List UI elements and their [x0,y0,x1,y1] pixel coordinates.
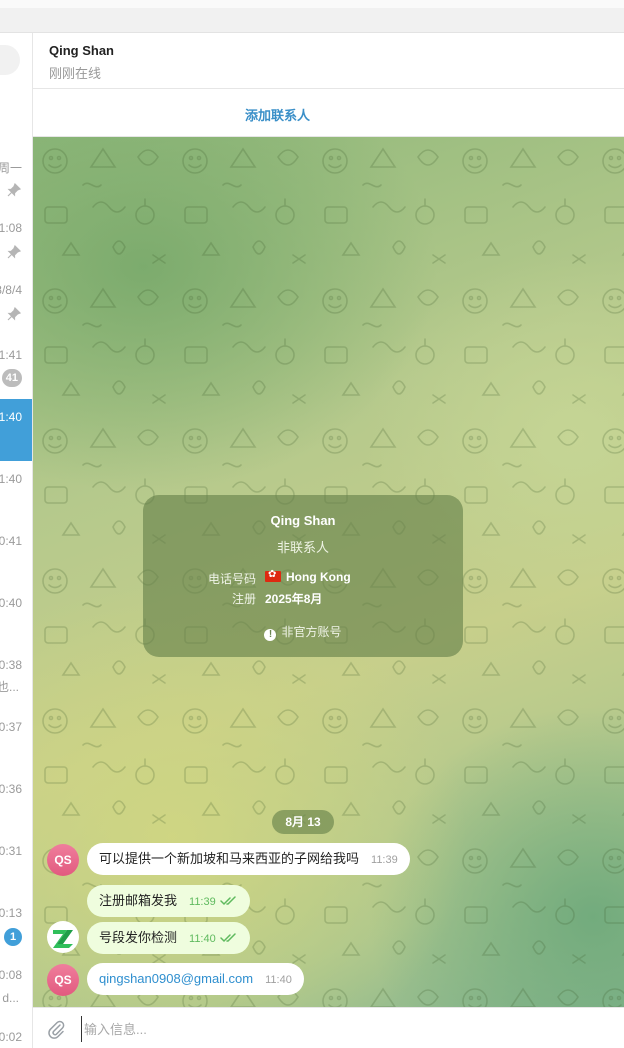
message-bubble-incoming[interactable]: 可以提供一个新加坡和马来西亚的子网给我吗 11:39 [87,843,410,875]
double-check-icon [219,896,236,906]
chat-list-item[interactable]: 11:08 [0,215,32,277]
double-check-icon [219,933,236,943]
my-avatar-logo-icon [48,922,78,952]
chat-list-item[interactable]: 28/8/4 [0,277,32,339]
registration-label: 注册 [231,592,256,606]
message-text: 可以提供一个新加坡和马来西亚的子网给我吗 [99,851,360,866]
chat-preview: 也... [0,680,19,694]
message-input-bar [33,1007,624,1048]
chat-list-item[interactable]: 11:41 41 [0,339,32,401]
pin-icon [7,307,21,321]
chat-list-item[interactable]: 10:41 [0,523,32,585]
chat-list-sidebar: 周一 11:08 28/8/4 11:41 41 11:40 11:40 10:… [0,33,33,1048]
avatar[interactable]: QS [47,844,79,876]
chat-preview: d... [2,991,19,1005]
chat-list-item[interactable]: 10:36 [0,771,32,833]
unread-badge: 1 [4,928,22,946]
message-time: 11:40 [265,974,292,986]
chat-list-item[interactable]: 10:13 1 [0,895,32,957]
phone-region: Hong Kong [286,570,351,584]
chat-time: 10:08 [0,968,22,982]
chat-message-area[interactable]: Qing Shan 非联系人 电话号码 Hong Kong 注册 2025年8月… [33,137,624,1007]
chat-search-field[interactable] [0,45,20,75]
message-time: 11:39 [189,896,216,908]
chat-list-item[interactable]: 10:08 d... [0,957,32,1019]
pin-icon [7,183,21,197]
chat-list-item[interactable]: 周一 [0,153,32,215]
chat-time: 11:41 [0,348,22,362]
chat-list-item[interactable]: 10:31 [0,833,32,895]
message-time: 11:40 [189,933,216,945]
paperclip-attach-icon[interactable] [46,1019,66,1039]
message-bubble-incoming[interactable]: qingshan0908@gmail.com 11:40 [87,963,304,995]
message-time: 11:39 [371,854,398,866]
avatar[interactable]: QS [47,964,79,996]
chat-time: 11:40 [0,410,22,424]
add-contact-button[interactable]: 添加联系人 [245,105,310,124]
message-text: 注册邮箱发我 [99,893,178,908]
chat-list-item[interactable]: 10:37 [0,709,32,771]
email-link[interactable]: qingshan0908@gmail.com [99,971,253,986]
card-contact-type: 非联系人 [276,540,329,555]
phone-value: Hong Kong [265,568,351,584]
chat-time: 10:36 [0,782,22,796]
chat-time: 11:08 [0,221,22,235]
chat-list-item[interactable]: 10:38 也... [0,647,32,709]
chat-time: 10:31 [0,844,22,858]
chat-time: 28/8/4 [0,283,22,297]
chat-list-item[interactable]: 11:40 [0,461,32,523]
chat-time: 11:40 [0,472,22,486]
window-top-bar [0,0,624,33]
card-peer-name: Qing Shan [270,513,336,528]
peer-status: 刚刚在线 [49,66,102,81]
warning-text: 非官方账号 [281,625,342,639]
unofficial-account-warning: ! 非官方账号 [143,623,463,641]
phone-label: 电话号码 [207,572,256,586]
chat-header[interactable]: Qing Shan 刚刚在线 [33,33,624,89]
unread-badge: 41 [1,369,22,387]
warning-icon: ! [264,629,277,641]
chat-time: 10:40 [0,596,22,610]
message-input[interactable] [81,1016,601,1042]
message-text: 号段发你检测 [99,930,178,945]
chat-time: 10:13 [0,906,22,920]
date-separator: 8月 13 [272,810,334,834]
my-avatar[interactable] [47,921,79,953]
message-bubble-outgoing[interactable]: 注册邮箱发我 11:39 [87,885,250,917]
registration-value: 2025年8月 [265,592,323,606]
hong-kong-flag-icon [265,568,281,582]
message-bubble-outgoing[interactable]: 号段发你检测 11:40 [87,922,250,954]
chat-list-item-active[interactable]: 11:40 [0,399,32,461]
chat-list-item[interactable]: 10:02 [0,1019,32,1048]
pin-icon [7,245,21,259]
add-contact-bar: 添加联系人 [33,89,624,137]
chat-time: 周一 [0,161,22,175]
contact-info-card: Qing Shan 非联系人 电话号码 Hong Kong 注册 2025年8月… [143,495,463,657]
chat-time: 10:38 [0,658,22,672]
peer-name: Qing Shan [49,43,114,58]
chat-time: 10:37 [0,720,22,734]
chat-list-item[interactable]: 10:40 [0,585,32,647]
chat-time: 10:02 [0,1030,22,1044]
chat-time: 10:41 [0,534,22,548]
